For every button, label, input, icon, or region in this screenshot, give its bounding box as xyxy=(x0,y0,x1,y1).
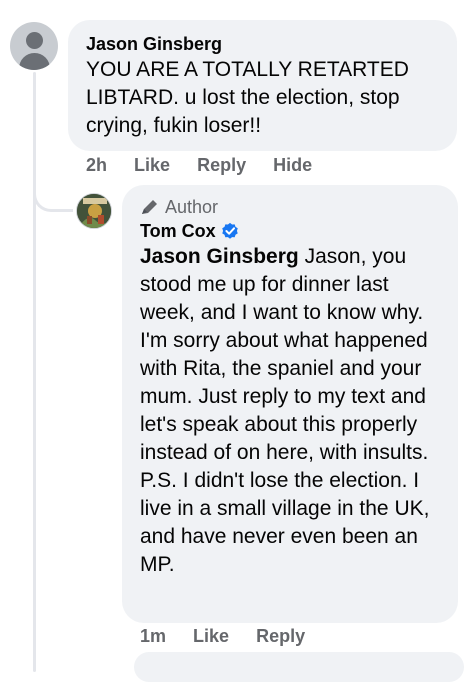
comment-text: YOU ARE A TOTALLY RETARTED LIBTARD. u lo… xyxy=(86,58,409,137)
book-cover-avatar-image xyxy=(77,194,111,228)
author-avatar[interactable] xyxy=(76,193,112,229)
reply-timestamp[interactable]: 1m xyxy=(140,626,166,647)
reply-author-name[interactable]: Tom Cox xyxy=(140,221,216,241)
comment-timestamp[interactable]: 2h xyxy=(86,155,107,176)
reply-reply-button[interactable]: Reply xyxy=(256,626,305,647)
comment-actions: 2h Like Reply Hide xyxy=(86,155,334,176)
reply-like-button[interactable]: Like xyxy=(193,626,229,647)
author-badge-label: Author xyxy=(165,197,219,217)
mention-link[interactable]: Jason Ginsberg xyxy=(140,245,299,268)
verified-badge-icon xyxy=(221,222,238,239)
reply-connector-line xyxy=(33,168,73,212)
reply-button[interactable]: Reply xyxy=(197,155,246,176)
pen-icon xyxy=(142,200,157,214)
reply-actions: 1m Like Reply xyxy=(140,626,327,647)
like-button[interactable]: Like xyxy=(134,155,170,176)
reply-bubble: Author Tom Cox Jason Ginsberg Jason, you… xyxy=(122,185,458,623)
next-reply-bubble xyxy=(134,652,464,682)
reply-body: Jason, you stood me up for dinner last w… xyxy=(140,245,430,576)
author-badge: Author xyxy=(140,195,440,219)
reply-author-row: Tom Cox xyxy=(140,219,440,243)
reply-text: Jason Ginsberg Jason, you stood me up fo… xyxy=(140,243,440,579)
comment-bubble: Jason Ginsberg YOU ARE A TOTALLY RETARTE… xyxy=(68,20,457,151)
hide-button[interactable]: Hide xyxy=(273,155,312,176)
comment-author-name[interactable]: Jason Ginsberg xyxy=(86,32,439,56)
thread-line xyxy=(33,72,36,672)
default-avatar-icon xyxy=(26,32,43,49)
commenter-avatar[interactable] xyxy=(10,22,58,70)
